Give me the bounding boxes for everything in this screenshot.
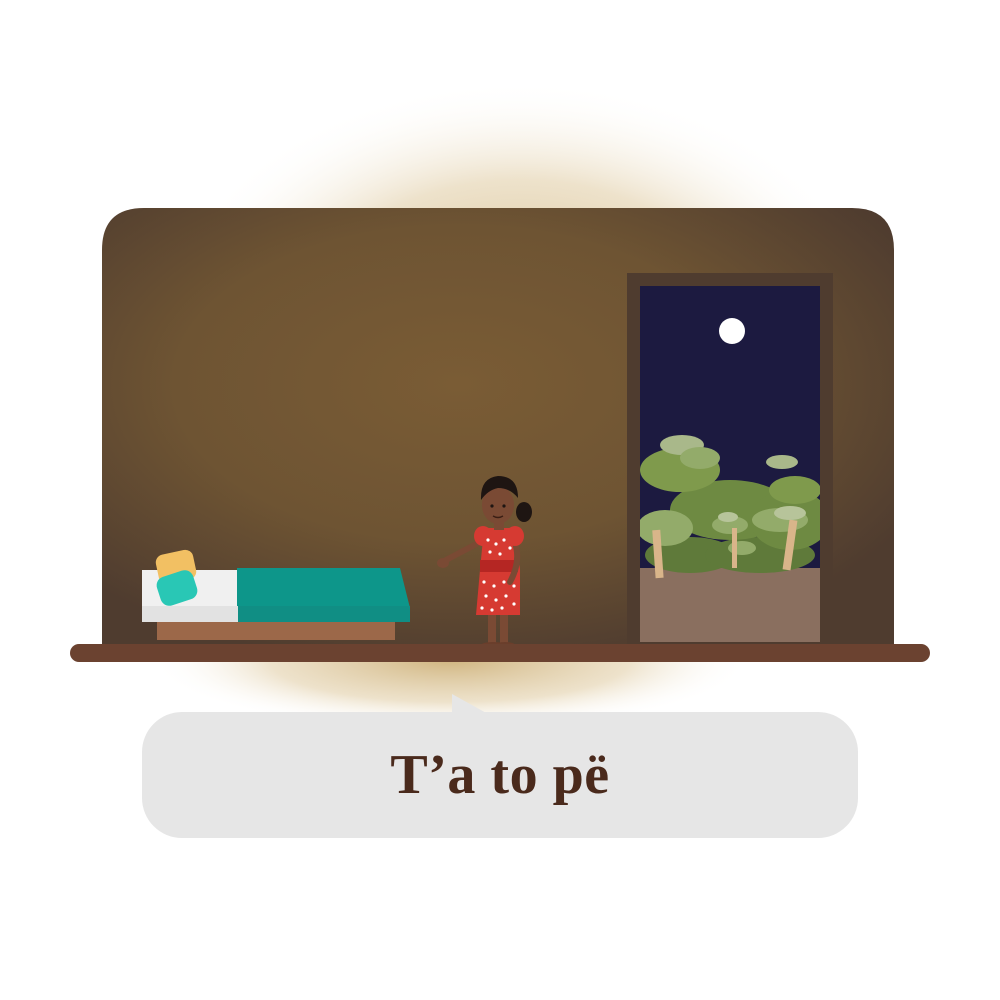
room-floor bbox=[70, 644, 930, 662]
caption-tail bbox=[452, 694, 488, 714]
outside-ground bbox=[640, 568, 820, 642]
caption-text: T’a to pë bbox=[390, 744, 610, 806]
moon-icon bbox=[719, 318, 745, 344]
caption-bubble: T’a to pë bbox=[142, 712, 858, 838]
open-doorway bbox=[627, 273, 833, 648]
room-illustration bbox=[70, 80, 930, 730]
